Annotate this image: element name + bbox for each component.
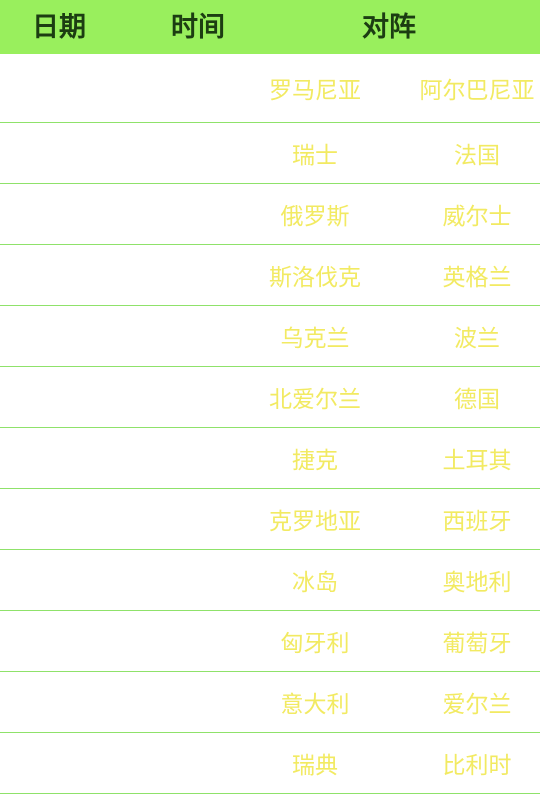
time-column-header: 时间 bbox=[171, 12, 225, 43]
home-team: 罗马尼亚 bbox=[269, 78, 361, 104]
away-team: 爱尔兰 bbox=[442, 692, 512, 718]
match-list: 罗马尼亚 阿尔巴尼亚 瑞士 法国 俄罗斯 威尔士 斯洛伐克 英格兰 乌克兰 波兰… bbox=[0, 54, 540, 794]
away-team: 西班牙 bbox=[442, 509, 512, 535]
away-team: 阿尔巴尼亚 bbox=[419, 78, 535, 104]
table-row[interactable]: 意大利 爱尔兰 bbox=[0, 672, 540, 733]
away-team: 土耳其 bbox=[442, 448, 512, 474]
away-team: 波兰 bbox=[454, 326, 500, 352]
away-team: 威尔士 bbox=[442, 204, 512, 230]
away-team: 比利时 bbox=[442, 753, 512, 779]
table-row[interactable]: 斯洛伐克 英格兰 bbox=[0, 245, 540, 306]
home-team: 乌克兰 bbox=[280, 326, 350, 352]
home-team: 克罗地亚 bbox=[269, 509, 361, 535]
away-team: 德国 bbox=[454, 387, 500, 413]
home-team: 斯洛伐克 bbox=[269, 265, 361, 291]
home-team: 冰岛 bbox=[292, 570, 338, 596]
table-row[interactable]: 瑞典 比利时 bbox=[0, 733, 540, 794]
away-team: 英格兰 bbox=[442, 265, 512, 291]
table-row[interactable]: 瑞士 法国 bbox=[0, 123, 540, 184]
home-team: 瑞典 bbox=[292, 753, 338, 779]
home-team: 俄罗斯 bbox=[280, 204, 350, 230]
home-team: 捷克 bbox=[292, 448, 338, 474]
date-column-header: 日期 bbox=[32, 12, 86, 43]
home-team: 瑞士 bbox=[292, 143, 338, 169]
away-team: 法国 bbox=[454, 143, 500, 169]
table-row[interactable]: 匈牙利 葡萄牙 bbox=[0, 611, 540, 672]
table-row[interactable]: 冰岛 奥地利 bbox=[0, 550, 540, 611]
table-row[interactable]: 捷克 土耳其 bbox=[0, 428, 540, 489]
away-team: 葡萄牙 bbox=[442, 631, 512, 657]
table-row[interactable]: 克罗地亚 西班牙 bbox=[0, 489, 540, 550]
table-header: 日期 时间 对阵 bbox=[0, 0, 540, 54]
home-team: 匈牙利 bbox=[280, 631, 350, 657]
table-row[interactable]: 俄罗斯 威尔士 bbox=[0, 184, 540, 245]
table-row[interactable]: 罗马尼亚 阿尔巴尼亚 bbox=[0, 54, 540, 123]
table-row[interactable]: 乌克兰 波兰 bbox=[0, 306, 540, 367]
table-row[interactable]: 北爱尔兰 德国 bbox=[0, 367, 540, 428]
away-team: 奥地利 bbox=[442, 570, 512, 596]
home-team: 意大利 bbox=[280, 692, 350, 718]
match-column-header: 对阵 bbox=[362, 12, 416, 43]
home-team: 北爱尔兰 bbox=[269, 387, 361, 413]
